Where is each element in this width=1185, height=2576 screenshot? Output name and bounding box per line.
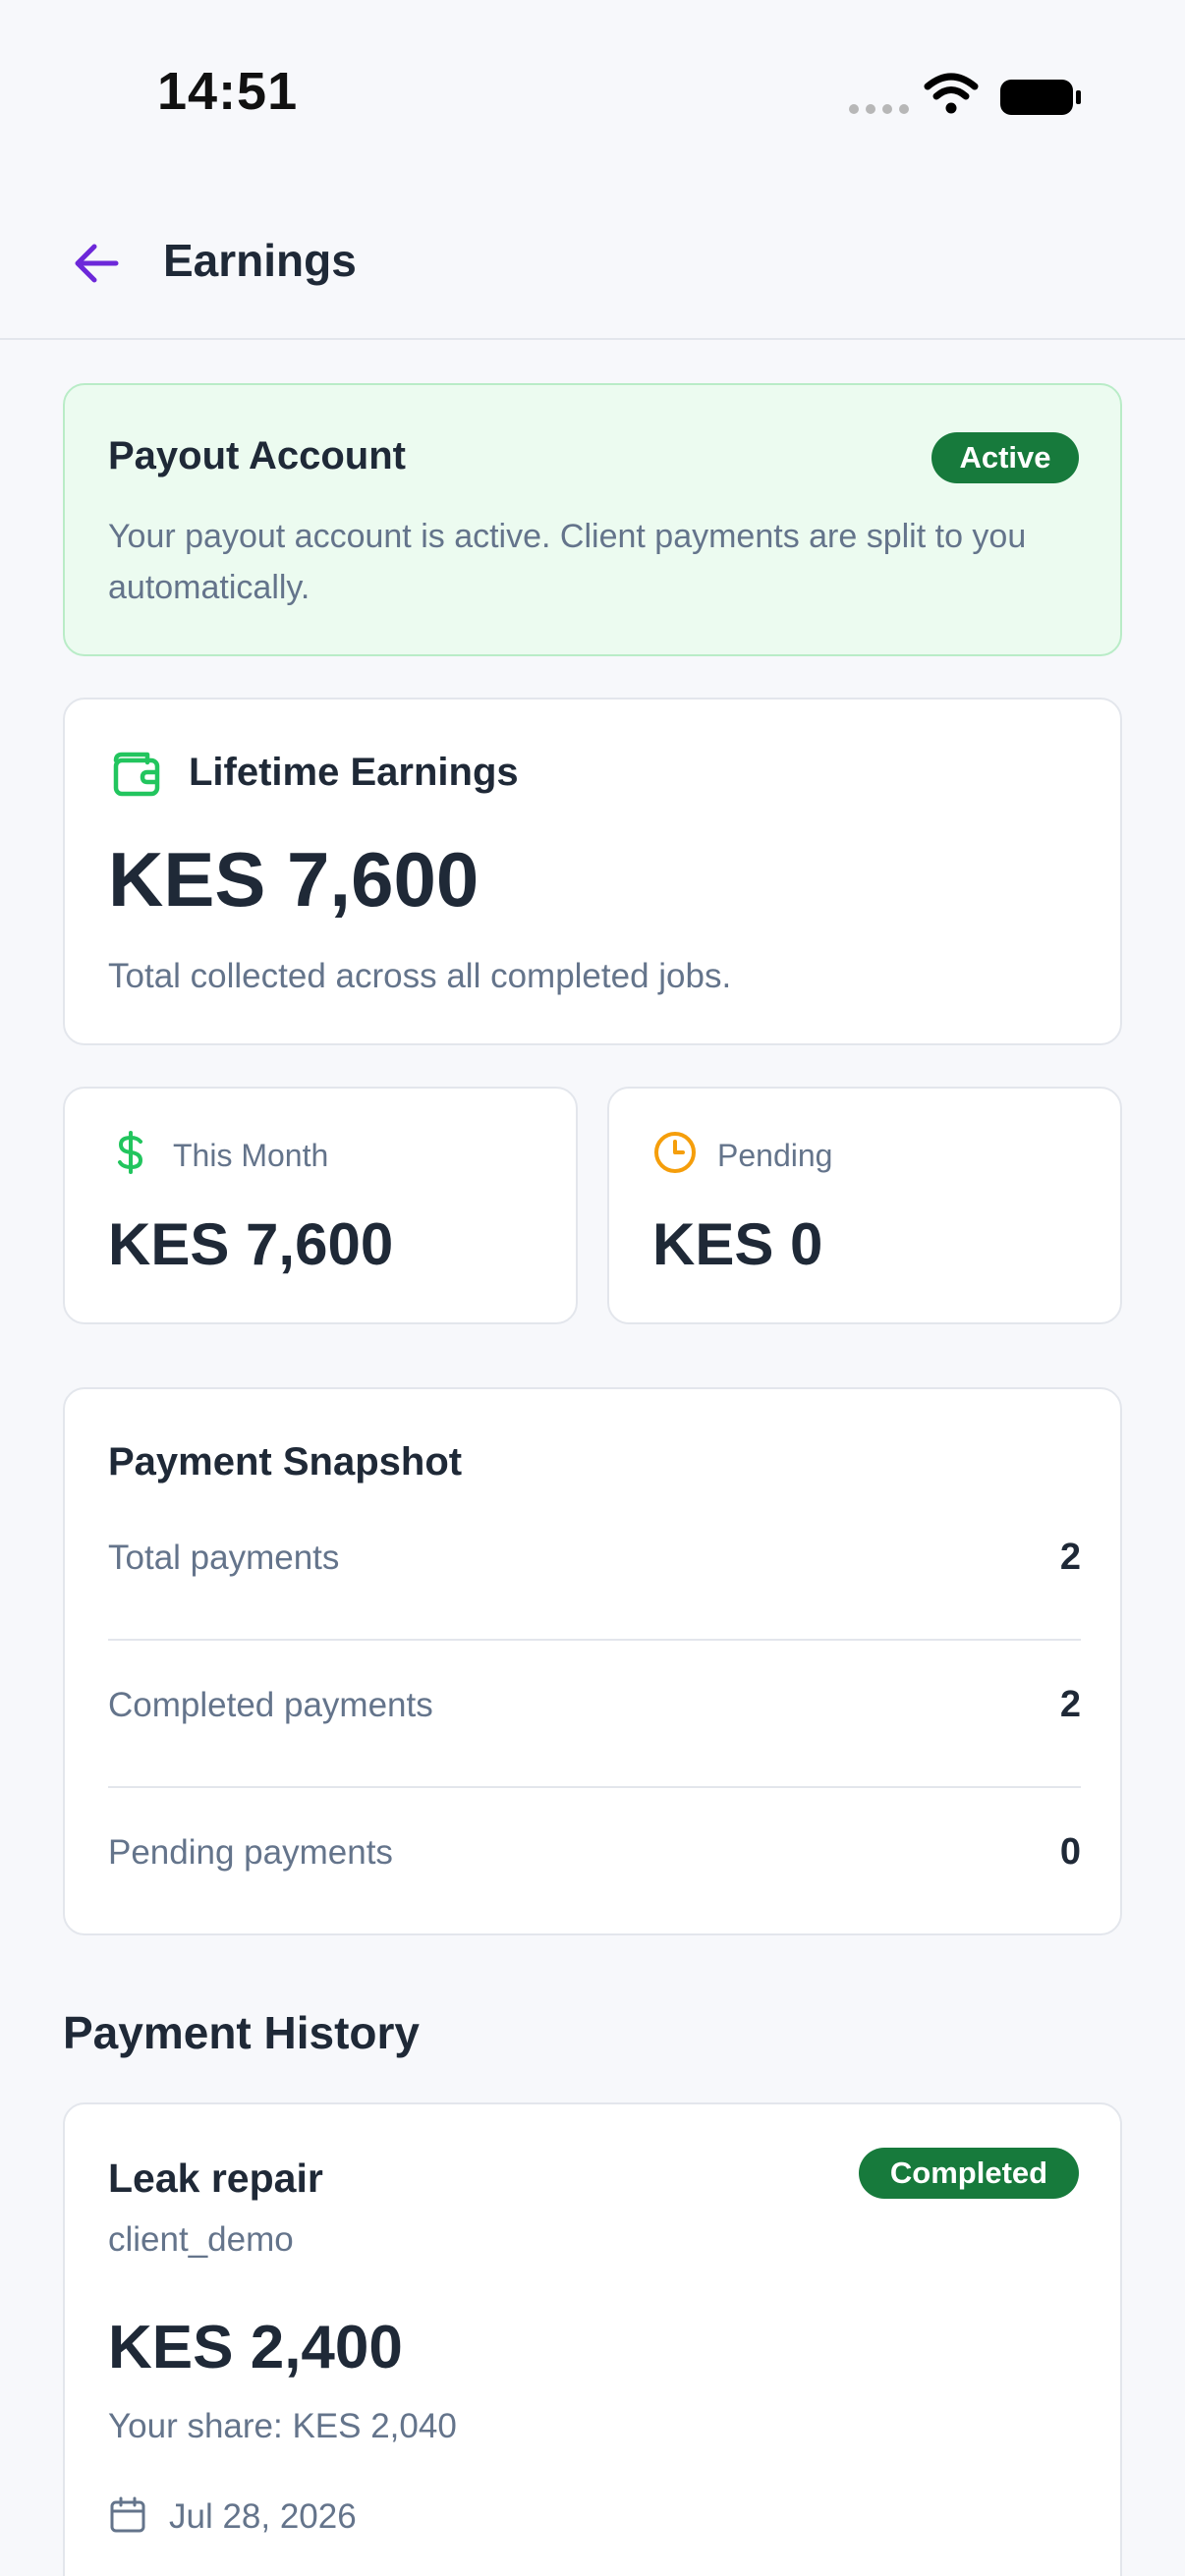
pending-value: KES 0 <box>652 1211 823 1277</box>
lifetime-earnings-description: Total collected across all completed job… <box>108 957 732 995</box>
this-month-card: This Month KES 7,600 <box>63 1087 578 1324</box>
payout-account-title: Payout Account <box>108 434 406 477</box>
back-button[interactable] <box>61 228 132 299</box>
calendar-icon <box>110 2496 145 2533</box>
lifetime-earnings-card: Lifetime Earnings KES 7,600 Total collec… <box>63 698 1122 1045</box>
snapshot-row-label: Completed payments <box>108 1686 433 1724</box>
status-bar: 14:51 <box>0 0 1185 187</box>
snapshot-row-value: 2 <box>1059 1684 1081 1725</box>
page-title: Earnings <box>163 235 357 286</box>
payment-snapshot-title: Payment Snapshot <box>108 1440 463 1484</box>
wifi-icon <box>924 73 979 114</box>
pending-card: Pending KES 0 <box>607 1087 1122 1324</box>
battery-icon <box>1000 80 1081 115</box>
pending-label: Pending <box>717 1138 833 1173</box>
payment-history-heading: Payment History <box>63 2007 421 2058</box>
clock-icon <box>654 1132 696 1173</box>
this-month-label: This Month <box>173 1138 329 1173</box>
payment-snapshot-card: Payment Snapshot Total payments 2 Comple… <box>63 1387 1122 1935</box>
job-date: Jul 28, 2026 <box>169 2497 357 2536</box>
snapshot-row-pending: Pending payments 0 <box>108 1790 1081 1937</box>
snapshot-row-label: Total payments <box>108 1539 340 1577</box>
payment-history-item[interactable]: Leak repair Completed client_demo KES 2,… <box>63 2102 1122 2576</box>
app-header: Earnings <box>0 187 1185 340</box>
arrow-left-icon <box>75 244 119 283</box>
snapshot-row-label: Pending payments <box>108 1833 393 1872</box>
status-time: 14:51 <box>157 62 299 121</box>
divider <box>108 1639 1081 1641</box>
job-share: Your share: KES 2,040 <box>108 2407 457 2445</box>
dollar-icon <box>118 1131 143 1174</box>
job-amount: KES 2,400 <box>108 2314 403 2381</box>
snapshot-row-value: 0 <box>1059 1831 1081 1873</box>
payout-account-description: Your payout account is active. Client pa… <box>108 518 1027 606</box>
cellular-signal-icon <box>849 104 909 114</box>
wallet-icon <box>113 752 160 797</box>
payout-account-card: Payout Account Active Your payout accoun… <box>63 383 1122 656</box>
job-title: Leak repair <box>108 2156 323 2201</box>
snapshot-row-value: 2 <box>1059 1537 1081 1578</box>
this-month-value: KES 7,600 <box>108 1211 394 1277</box>
snapshot-row-total: Total payments 2 <box>108 1495 1081 1643</box>
lifetime-earnings-amount: KES 7,600 <box>108 836 480 923</box>
snapshot-row-completed: Completed payments 2 <box>108 1643 1081 1790</box>
lifetime-earnings-title: Lifetime Earnings <box>189 751 519 794</box>
payment-status-badge: Completed <box>859 2148 1079 2199</box>
divider <box>108 1786 1081 1788</box>
job-client: client_demo <box>108 2220 294 2259</box>
payout-status-badge: Active <box>931 432 1079 483</box>
